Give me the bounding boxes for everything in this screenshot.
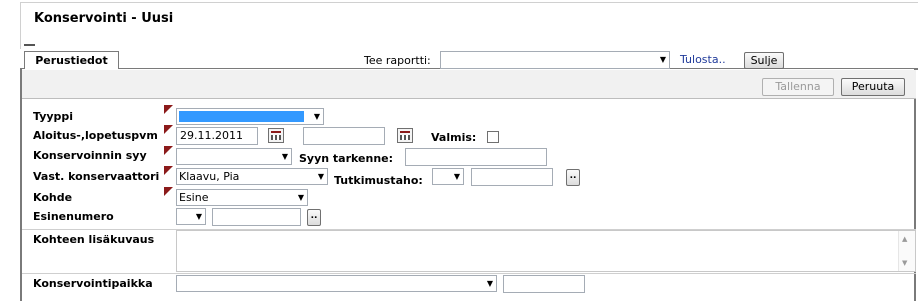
scroll-up-icon[interactable]: ▲ bbox=[902, 235, 907, 243]
reason-detail-label: Syyn tarkenne: bbox=[299, 152, 394, 165]
description-label: Kohteen lisäkuvaus bbox=[33, 233, 155, 246]
conservator-label: Vast. konservaattori bbox=[33, 170, 160, 183]
tab-perustiedot[interactable]: Perustiedot bbox=[24, 51, 119, 70]
chevron-down-icon: ▼ bbox=[281, 152, 288, 161]
required-marker bbox=[164, 146, 173, 155]
research-select[interactable]: ▼ bbox=[432, 168, 464, 185]
reason-select[interactable]: ▼ bbox=[176, 148, 292, 165]
description-textarea[interactable]: ▲ ▼ bbox=[176, 230, 916, 272]
chevron-down-icon: ▼ bbox=[659, 55, 666, 64]
save-button[interactable]: Tallenna bbox=[762, 78, 834, 96]
type-select[interactable]: ▼ bbox=[176, 108, 324, 125]
dates-label: Aloitus-,lopetuspvm bbox=[33, 129, 158, 142]
chevron-down-icon: ▼ bbox=[195, 212, 202, 221]
object-number-input[interactable] bbox=[212, 208, 301, 226]
location-select[interactable]: ▼ bbox=[176, 275, 497, 292]
research-label: Tutkimustaho: bbox=[334, 174, 423, 187]
chevron-down-icon: ▼ bbox=[297, 193, 304, 202]
scroll-down-icon[interactable]: ▼ bbox=[902, 259, 907, 267]
required-marker bbox=[164, 125, 173, 134]
start-date-input[interactable]: 29.11.2011 bbox=[176, 127, 258, 145]
done-label: Valmis: bbox=[431, 131, 477, 144]
required-marker bbox=[164, 187, 173, 196]
chevron-down-icon: ▼ bbox=[453, 172, 460, 181]
collapse-handle[interactable] bbox=[24, 44, 35, 46]
close-button[interactable]: Sulje bbox=[744, 52, 784, 69]
print-link[interactable]: Tulosta.. bbox=[680, 53, 726, 66]
conservator-select[interactable]: Klaavu, Pia ▼ bbox=[176, 168, 328, 185]
calendar-icon[interactable] bbox=[268, 128, 284, 143]
row-separator bbox=[22, 273, 916, 274]
cancel-button[interactable]: Peruuta bbox=[841, 78, 905, 96]
location-input[interactable] bbox=[503, 275, 585, 293]
chevron-down-icon: ▼ bbox=[313, 112, 320, 121]
chevron-down-icon: ▼ bbox=[486, 279, 493, 288]
target-label: Kohde bbox=[33, 191, 73, 204]
required-marker bbox=[164, 105, 173, 114]
report-label: Tee raportti: bbox=[364, 54, 431, 67]
location-label: Konservointipaikka bbox=[33, 277, 153, 290]
required-marker bbox=[164, 166, 173, 175]
scrollbar[interactable]: ▲ ▼ bbox=[898, 231, 915, 271]
type-select-highlight bbox=[179, 111, 304, 122]
object-browse-button[interactable]: .. bbox=[307, 209, 321, 226]
object-prefix-select[interactable]: ▼ bbox=[176, 208, 206, 225]
end-date-input[interactable] bbox=[303, 127, 385, 145]
reason-label: Konservoinnin syy bbox=[33, 149, 147, 162]
calendar-icon[interactable] bbox=[397, 128, 413, 143]
type-label: Tyyppi bbox=[33, 110, 74, 123]
page-title: Konservointi - Uusi bbox=[34, 11, 174, 26]
conservator-select-value: Klaavu, Pia bbox=[179, 170, 240, 183]
research-input[interactable] bbox=[471, 168, 553, 186]
target-select[interactable]: Esine ▼ bbox=[176, 189, 308, 206]
object-number-label: Esinenumero bbox=[33, 210, 114, 223]
report-select[interactable]: ▼ bbox=[440, 51, 670, 69]
chevron-down-icon: ▼ bbox=[317, 172, 324, 181]
done-checkbox[interactable] bbox=[487, 131, 499, 143]
reason-detail-input[interactable] bbox=[405, 148, 547, 166]
target-select-value: Esine bbox=[179, 191, 209, 204]
research-browse-button[interactable]: .. bbox=[566, 169, 580, 186]
